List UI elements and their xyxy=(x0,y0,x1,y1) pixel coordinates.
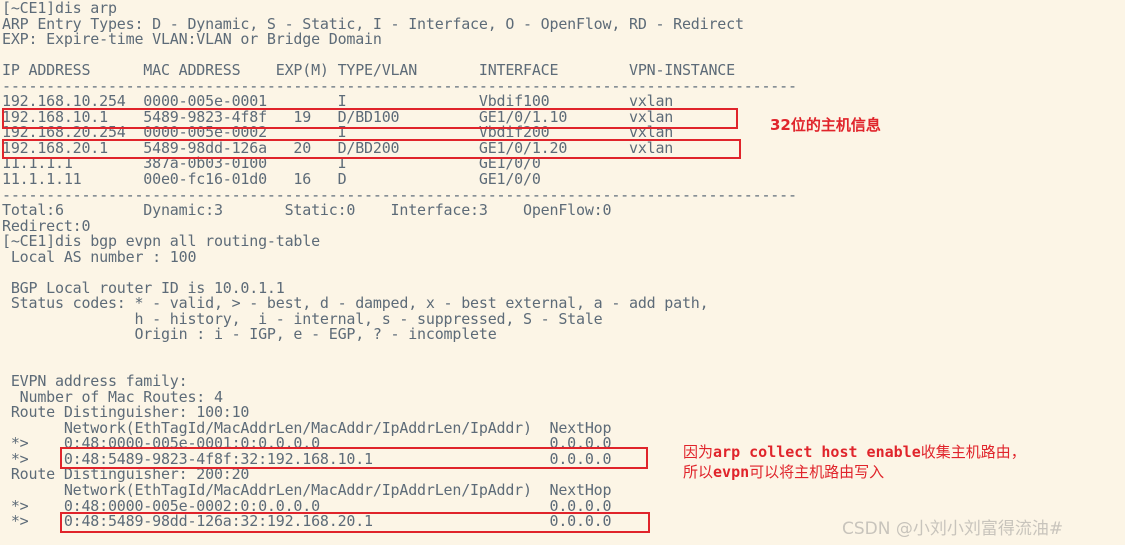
annotation-text: 收集主机路由， xyxy=(920,443,1026,461)
annotation-evpn-line-2: 所以evpn可以将主机路由写入 xyxy=(683,462,884,482)
annotation-host-info: 32位的主机信息 xyxy=(770,116,881,134)
watermark: CSDN @小刘小刘富得流油# xyxy=(842,519,1064,539)
annotation-text: 所以 xyxy=(683,463,714,481)
highlight-box-arp-10-1 xyxy=(2,108,738,129)
terminal-line: Local AS number : 100 xyxy=(2,247,197,266)
terminal-line: Origin : i - IGP, e - EGP, ? - incomplet… xyxy=(2,325,497,344)
terminal-line: EXP: Expire-time VLAN:VLAN or Bridge Dom… xyxy=(2,30,382,49)
annotation-command: arp collect host enable xyxy=(713,443,921,461)
annotation-text: 可以将主机路由写入 xyxy=(749,463,885,481)
annotation-evpn-line-1: 因为arp collect host enable收集主机路由， xyxy=(683,442,1026,462)
annotation-command: evpn xyxy=(713,463,750,481)
highlight-box-arp-20-1 xyxy=(2,139,741,159)
highlight-box-evpn-10-1 xyxy=(60,447,648,469)
highlight-box-evpn-20-1 xyxy=(60,512,650,533)
annotation-text: 因为 xyxy=(683,443,714,461)
terminal-line: Total:6 Dynamic:3 Static:0 Interface:3 O… xyxy=(2,201,612,220)
